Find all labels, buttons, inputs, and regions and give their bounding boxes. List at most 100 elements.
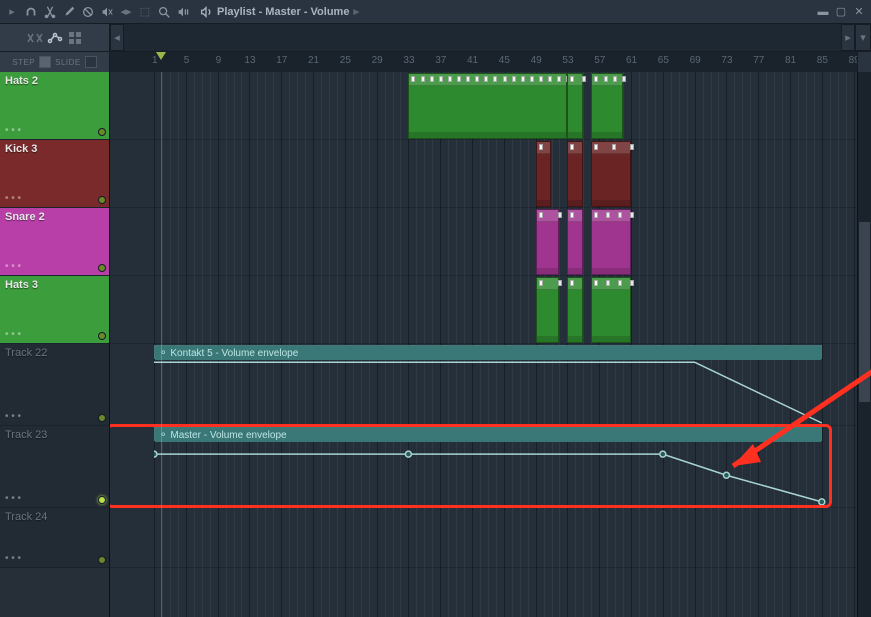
ruler-tick: 85 [817, 55, 828, 66]
track-mute-dot[interactable] [98, 556, 106, 564]
snap-controls: STEP SLIDE [0, 52, 110, 72]
track-header-snare-2[interactable]: Snare 2 • • • [0, 208, 109, 276]
track-name-label: Track 22 [5, 347, 104, 359]
disable-icon[interactable] [80, 4, 96, 20]
ruler-scroll-up[interactable] [857, 52, 871, 72]
scroll-right-button[interactable]: ▸ [841, 24, 855, 51]
ruler-tick: 53 [562, 55, 573, 66]
track-area[interactable]: ▮▮▮▮▮▮▮▮▮▮▮▮⚬Kontakt 5 - Volume envelope… [110, 72, 871, 617]
menu-dropdown-icon[interactable]: ▸ [4, 4, 20, 20]
track-mute-dot[interactable] [98, 496, 106, 504]
minimize-button[interactable]: ▬ [815, 4, 831, 20]
vertical-scrollbar[interactable] [857, 72, 871, 617]
track-header-track-22[interactable]: Track 22 • • • [0, 344, 109, 426]
track-mute-dot[interactable] [98, 128, 106, 136]
track-mute-dot[interactable] [98, 196, 106, 204]
track-header-track-24[interactable]: Track 24 • • • [0, 508, 109, 568]
track-row[interactable] [110, 208, 871, 276]
step-checkbox[interactable] [39, 56, 51, 68]
track-header-kick-3[interactable]: Kick 3 • • • [0, 140, 109, 208]
track-name-label: Kick 3 [5, 143, 104, 155]
ruler-tick: 17 [276, 55, 287, 66]
pattern-clip[interactable]: ▮ [536, 209, 560, 275]
pattern-clip[interactable]: ▮ [591, 277, 631, 343]
ruler-tick: 57 [594, 55, 605, 66]
mute-icon[interactable] [99, 4, 115, 20]
ruler-tick: 49 [531, 55, 542, 66]
track-mute-dot[interactable] [98, 332, 106, 340]
timeline-ruler[interactable]: 1591317212529333741454953576165697377818… [110, 52, 857, 72]
track-options-icon[interactable]: • • • [5, 553, 104, 564]
track-mute-dot[interactable] [98, 414, 106, 422]
pattern-clip[interactable]: ▮ [591, 141, 631, 207]
track-options-icon[interactable]: • • • [5, 193, 104, 204]
playhead-line[interactable] [161, 72, 162, 617]
track-name-label: Track 23 [5, 429, 104, 441]
maximize-button[interactable]: ▢ [833, 4, 849, 20]
pattern-clip[interactable]: ▮ [536, 141, 552, 207]
playlist-main: Hats 2• • •Kick 3• • •Snare 2• • •Hats 3… [0, 72, 871, 617]
toolbar-row: ◂ ▸ ▾ [0, 24, 871, 52]
track-name-label: Track 24 [5, 511, 104, 523]
track-header-hats-2[interactable]: Hats 2 • • • [0, 72, 109, 140]
track-options-icon[interactable]: • • • [5, 261, 104, 272]
track-row[interactable] [110, 276, 871, 344]
track-row[interactable] [110, 508, 871, 568]
pattern-clip[interactable]: ▮ [567, 141, 583, 207]
ruler-tick: 77 [753, 55, 764, 66]
ruler-tick: 29 [372, 55, 383, 66]
track-name-label: Snare 2 [5, 211, 104, 223]
view-tools [0, 24, 110, 51]
track-options-icon[interactable]: • • • [5, 493, 104, 504]
annotation-arrow [703, 366, 871, 486]
timeline-scrollbar[interactable]: ◂ ▸ ▾ [110, 24, 871, 51]
ruler-tick: 61 [626, 55, 637, 66]
ruler-tick: 21 [308, 55, 319, 66]
track-header-track-23[interactable]: Track 23 • • • [0, 426, 109, 508]
close-button[interactable]: ✕ [851, 4, 867, 20]
pattern-clip[interactable]: ▮ [567, 277, 583, 343]
zoom-icon[interactable] [156, 4, 172, 20]
ruler-tick: 9 [216, 55, 222, 66]
track-options-icon[interactable]: • • • [5, 329, 104, 340]
cut-icon[interactable] [42, 4, 58, 20]
ruler-tick: 69 [690, 55, 701, 66]
track-name-label: Hats 2 [5, 75, 104, 87]
pattern-clip[interactable]: ▮ [567, 73, 583, 139]
track-options-icon[interactable]: • • • [5, 411, 104, 422]
track-mute-dot[interactable] [98, 264, 106, 272]
brush-icon[interactable] [61, 4, 77, 20]
pattern-clip[interactable]: ▮ [591, 73, 623, 139]
title-label: Playlist - Master - Volume [217, 6, 349, 18]
track-header-hats-3[interactable]: Hats 3 • • • [0, 276, 109, 344]
ruler-tick: 73 [721, 55, 732, 66]
track-options-icon[interactable]: • • • [5, 125, 104, 136]
crossfade-icon[interactable] [26, 29, 44, 47]
automation-clip-label: ⚬Kontakt 5 - Volume envelope [155, 346, 821, 360]
slide-checkbox[interactable] [85, 56, 97, 68]
select-icon[interactable]: ⬚ [137, 4, 153, 20]
pattern-clip[interactable]: ▮ [536, 277, 560, 343]
ruler-tick: 37 [435, 55, 446, 66]
scroll-left-button[interactable]: ◂ [110, 24, 124, 51]
automation-view-icon[interactable] [46, 29, 64, 47]
title-bar: ▸ ◂▸ ⬚ Playlist - Master - Volume ▸ ▬ ▢ [0, 0, 871, 24]
grid-view-icon[interactable] [66, 29, 84, 47]
slide-label: SLIDE [55, 58, 81, 67]
automation-clip-kontakt[interactable]: ⚬Kontakt 5 - Volume envelope [154, 345, 822, 359]
headphones-icon[interactable] [23, 4, 39, 20]
scroll-menu-button[interactable]: ▾ [855, 24, 871, 51]
ruler-tick: 1 [152, 55, 158, 66]
ruler-tick: 81 [785, 55, 796, 66]
slip-icon[interactable]: ◂▸ [118, 4, 134, 20]
track-name-label: Hats 3 [5, 279, 104, 291]
playback-icon[interactable] [175, 4, 191, 20]
ruler-tick: 65 [658, 55, 669, 66]
ruler-tick: 89 [849, 55, 857, 66]
pattern-clip[interactable]: ▮ [567, 209, 583, 275]
pattern-clip[interactable]: ▮ [408, 73, 567, 139]
pattern-clip[interactable]: ▮ [591, 209, 631, 275]
ruler-tick: 5 [184, 55, 190, 66]
track-row[interactable] [110, 140, 871, 208]
window-title: Playlist - Master - Volume ▸ [199, 5, 359, 19]
